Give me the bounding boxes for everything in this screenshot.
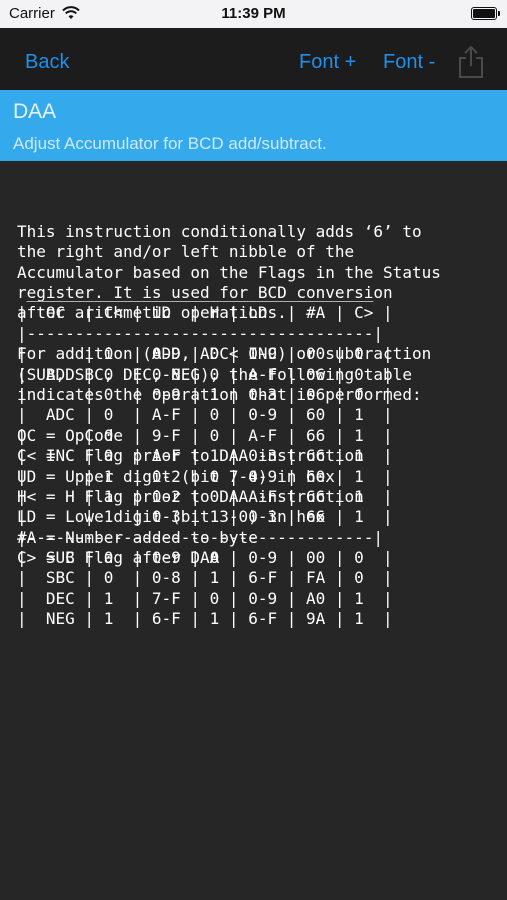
- navigation-bar: Back Font + Font -: [0, 28, 507, 90]
- table-row: | SBC | 0 | 0-8 | 1 | 6-F | FA | 0 |: [17, 568, 393, 588]
- font-decrease-button[interactable]: Font -: [383, 51, 435, 74]
- battery-icon: [471, 7, 500, 20]
- table-row: | | 0 | 9-F | 0 | A-F | 66 | 1 |: [17, 425, 393, 445]
- table-row: |------------------------------------|: [17, 323, 384, 343]
- instruction-description: This instruction conditionally adds ‘6’ …: [17, 181, 497, 628]
- instruction-header: DAA Adjust Accumulator for BCD add/subtr…: [0, 90, 507, 161]
- font-increase-button[interactable]: Font +: [299, 51, 356, 74]
- table-row: | SUB | 0 | 0-9 | 0 | 0-9 | 00 | 0 |: [17, 548, 393, 568]
- instruction-title: DAA: [13, 100, 57, 123]
- daa-operation-table: ____________________________________ | OC…: [17, 283, 497, 628]
- description-line: the right and/or left nibble of the: [17, 242, 355, 262]
- back-button[interactable]: Back: [25, 51, 69, 74]
- table-row: | | 1 | 0-2 | 0 | A-F | 66 | 1 |: [17, 486, 393, 506]
- description-text: This instruction conditionally adds ‘6’ …: [17, 221, 497, 567]
- table-row: |------------------------------------|: [17, 527, 384, 547]
- table-row: ____________________________________: [17, 283, 374, 303]
- table-row: | DEC | 1 | 7-F | 0 | 0-9 | A0 | 1 |: [17, 588, 393, 608]
- table-row: | ADD | 0 | 0-8 | 0 | A-F | 06 | 0 |: [17, 364, 393, 384]
- table-row: | NEG | 1 | 6-F | 1 | 6-F | 9A | 1 |: [17, 609, 393, 629]
- table-row: | ADC | 0 | A-F | 0 | 0-9 | 60 | 1 |: [17, 405, 393, 425]
- share-icon[interactable]: [458, 45, 484, 79]
- table-row: | | 1 | 0-2 | 0 | 0-9 | 60 | 1 |: [17, 466, 393, 486]
- instruction-subtitle: Adjust Accumulator for BCD add/subtract.: [13, 134, 327, 153]
- status-bar: Carrier 11:39 PM: [0, 0, 507, 28]
- table-row: | | 0 | 0-9 | 1 | 0-3 | 06 | 0 |: [17, 384, 393, 404]
- table-row: | INC | 0 | A-F | 1 | 0-3 | 66 | 1 |: [17, 446, 393, 466]
- status-time: 11:39 PM: [221, 5, 286, 22]
- table-row: | OC | C< | UD | H | LD | #A | C> |: [17, 303, 393, 323]
- table-row: | | 1 | 0-3 | 1 | 0-3 | 66 | 1 |: [17, 507, 393, 527]
- description-line: Accumulator based on the Flags in the St…: [17, 262, 441, 282]
- description-line: This instruction conditionally adds ‘6’ …: [17, 221, 422, 241]
